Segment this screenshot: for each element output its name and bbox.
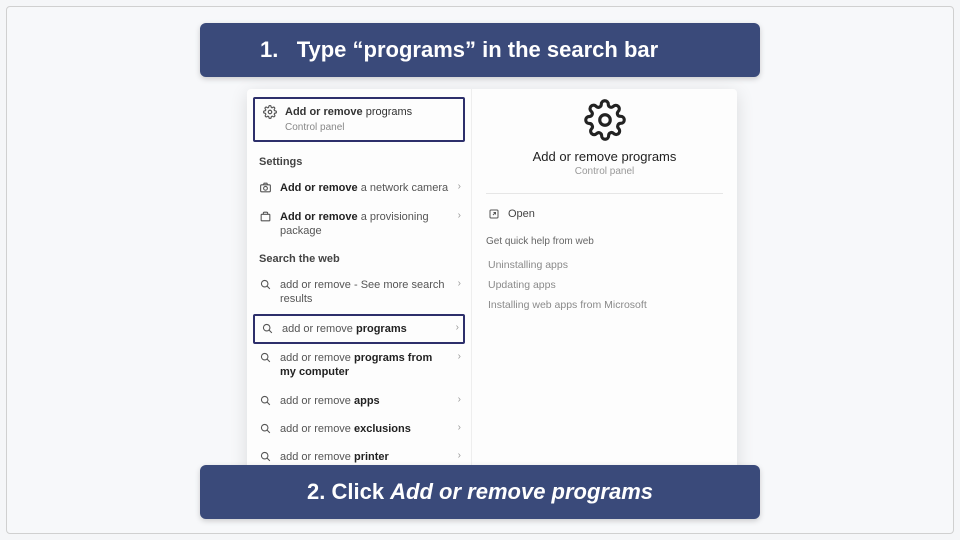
result-preview-pane: Add or remove programs Control panel Ope… (472, 89, 737, 484)
web-item-see-more[interactable]: add or remove - See more search results … (247, 271, 471, 314)
open-icon (488, 208, 500, 220)
open-label: Open (508, 208, 535, 220)
preview-title: Add or remove programs (533, 149, 677, 164)
web-section-header: Search the web (247, 245, 471, 271)
step1-number: 1. (260, 37, 278, 62)
quick-help-header: Get quick help from web (486, 236, 594, 247)
quicklink-updating[interactable]: Updating apps (486, 275, 558, 295)
search-icon (259, 422, 272, 435)
step1-text: Type “programs” in the search bar (297, 37, 658, 62)
chevron-right-icon: › (458, 278, 461, 289)
search-icon (259, 351, 272, 364)
top-result-subtitle: Control panel (285, 121, 412, 134)
step2-emph: Add or remove programs (390, 479, 653, 504)
search-icon (261, 322, 274, 335)
quicklink-uninstalling[interactable]: Uninstalling apps (486, 255, 570, 275)
settings-item-provisioning-package[interactable]: Add or remove a provisioning package › (247, 203, 471, 246)
quicklink-installing-web[interactable]: Installing web apps from Microsoft (486, 295, 649, 315)
gear-icon (263, 105, 277, 119)
search-results-list: Add or remove programs Control panel Set… (247, 89, 472, 484)
step2-number: 2. (307, 479, 325, 504)
windows-search-panel: Add or remove programs Control panel Set… (247, 89, 737, 484)
chevron-right-icon: › (458, 351, 461, 362)
chevron-right-icon: › (456, 322, 459, 333)
preview-subtitle: Control panel (575, 166, 634, 177)
search-icon (259, 450, 272, 463)
web-item-apps[interactable]: add or remove apps › (247, 387, 471, 415)
divider (486, 193, 723, 194)
chevron-right-icon: › (458, 450, 461, 461)
instruction-step-1: 1. Type “programs” in the search bar (200, 23, 760, 77)
tutorial-frame: 1. Type “programs” in the search bar Add… (6, 6, 954, 534)
chevron-right-icon: › (458, 422, 461, 433)
web-item-programs-from-computer[interactable]: add or remove programs from my computer … (247, 344, 471, 387)
search-icon (259, 278, 272, 291)
settings-item-network-camera[interactable]: Add or remove a network camera › (247, 174, 471, 202)
chevron-right-icon: › (458, 181, 461, 192)
gear-icon (584, 99, 626, 141)
chevron-right-icon: › (458, 210, 461, 221)
open-action[interactable]: Open (486, 204, 537, 224)
top-result-bold: Add or remove (285, 106, 363, 118)
camera-icon (259, 181, 272, 194)
step2-prefix: Click (331, 479, 390, 504)
top-result-add-remove-programs[interactable]: Add or remove programs Control panel (253, 97, 465, 142)
instruction-step-2: 2. Click Add or remove programs (200, 465, 760, 519)
package-icon (259, 210, 272, 223)
web-item-exclusions[interactable]: add or remove exclusions › (247, 415, 471, 443)
search-icon (259, 394, 272, 407)
top-result-rest: programs (363, 106, 413, 118)
chevron-right-icon: › (458, 394, 461, 405)
web-item-add-remove-programs[interactable]: add or remove programs › (253, 314, 465, 344)
settings-section-header: Settings (247, 148, 471, 174)
